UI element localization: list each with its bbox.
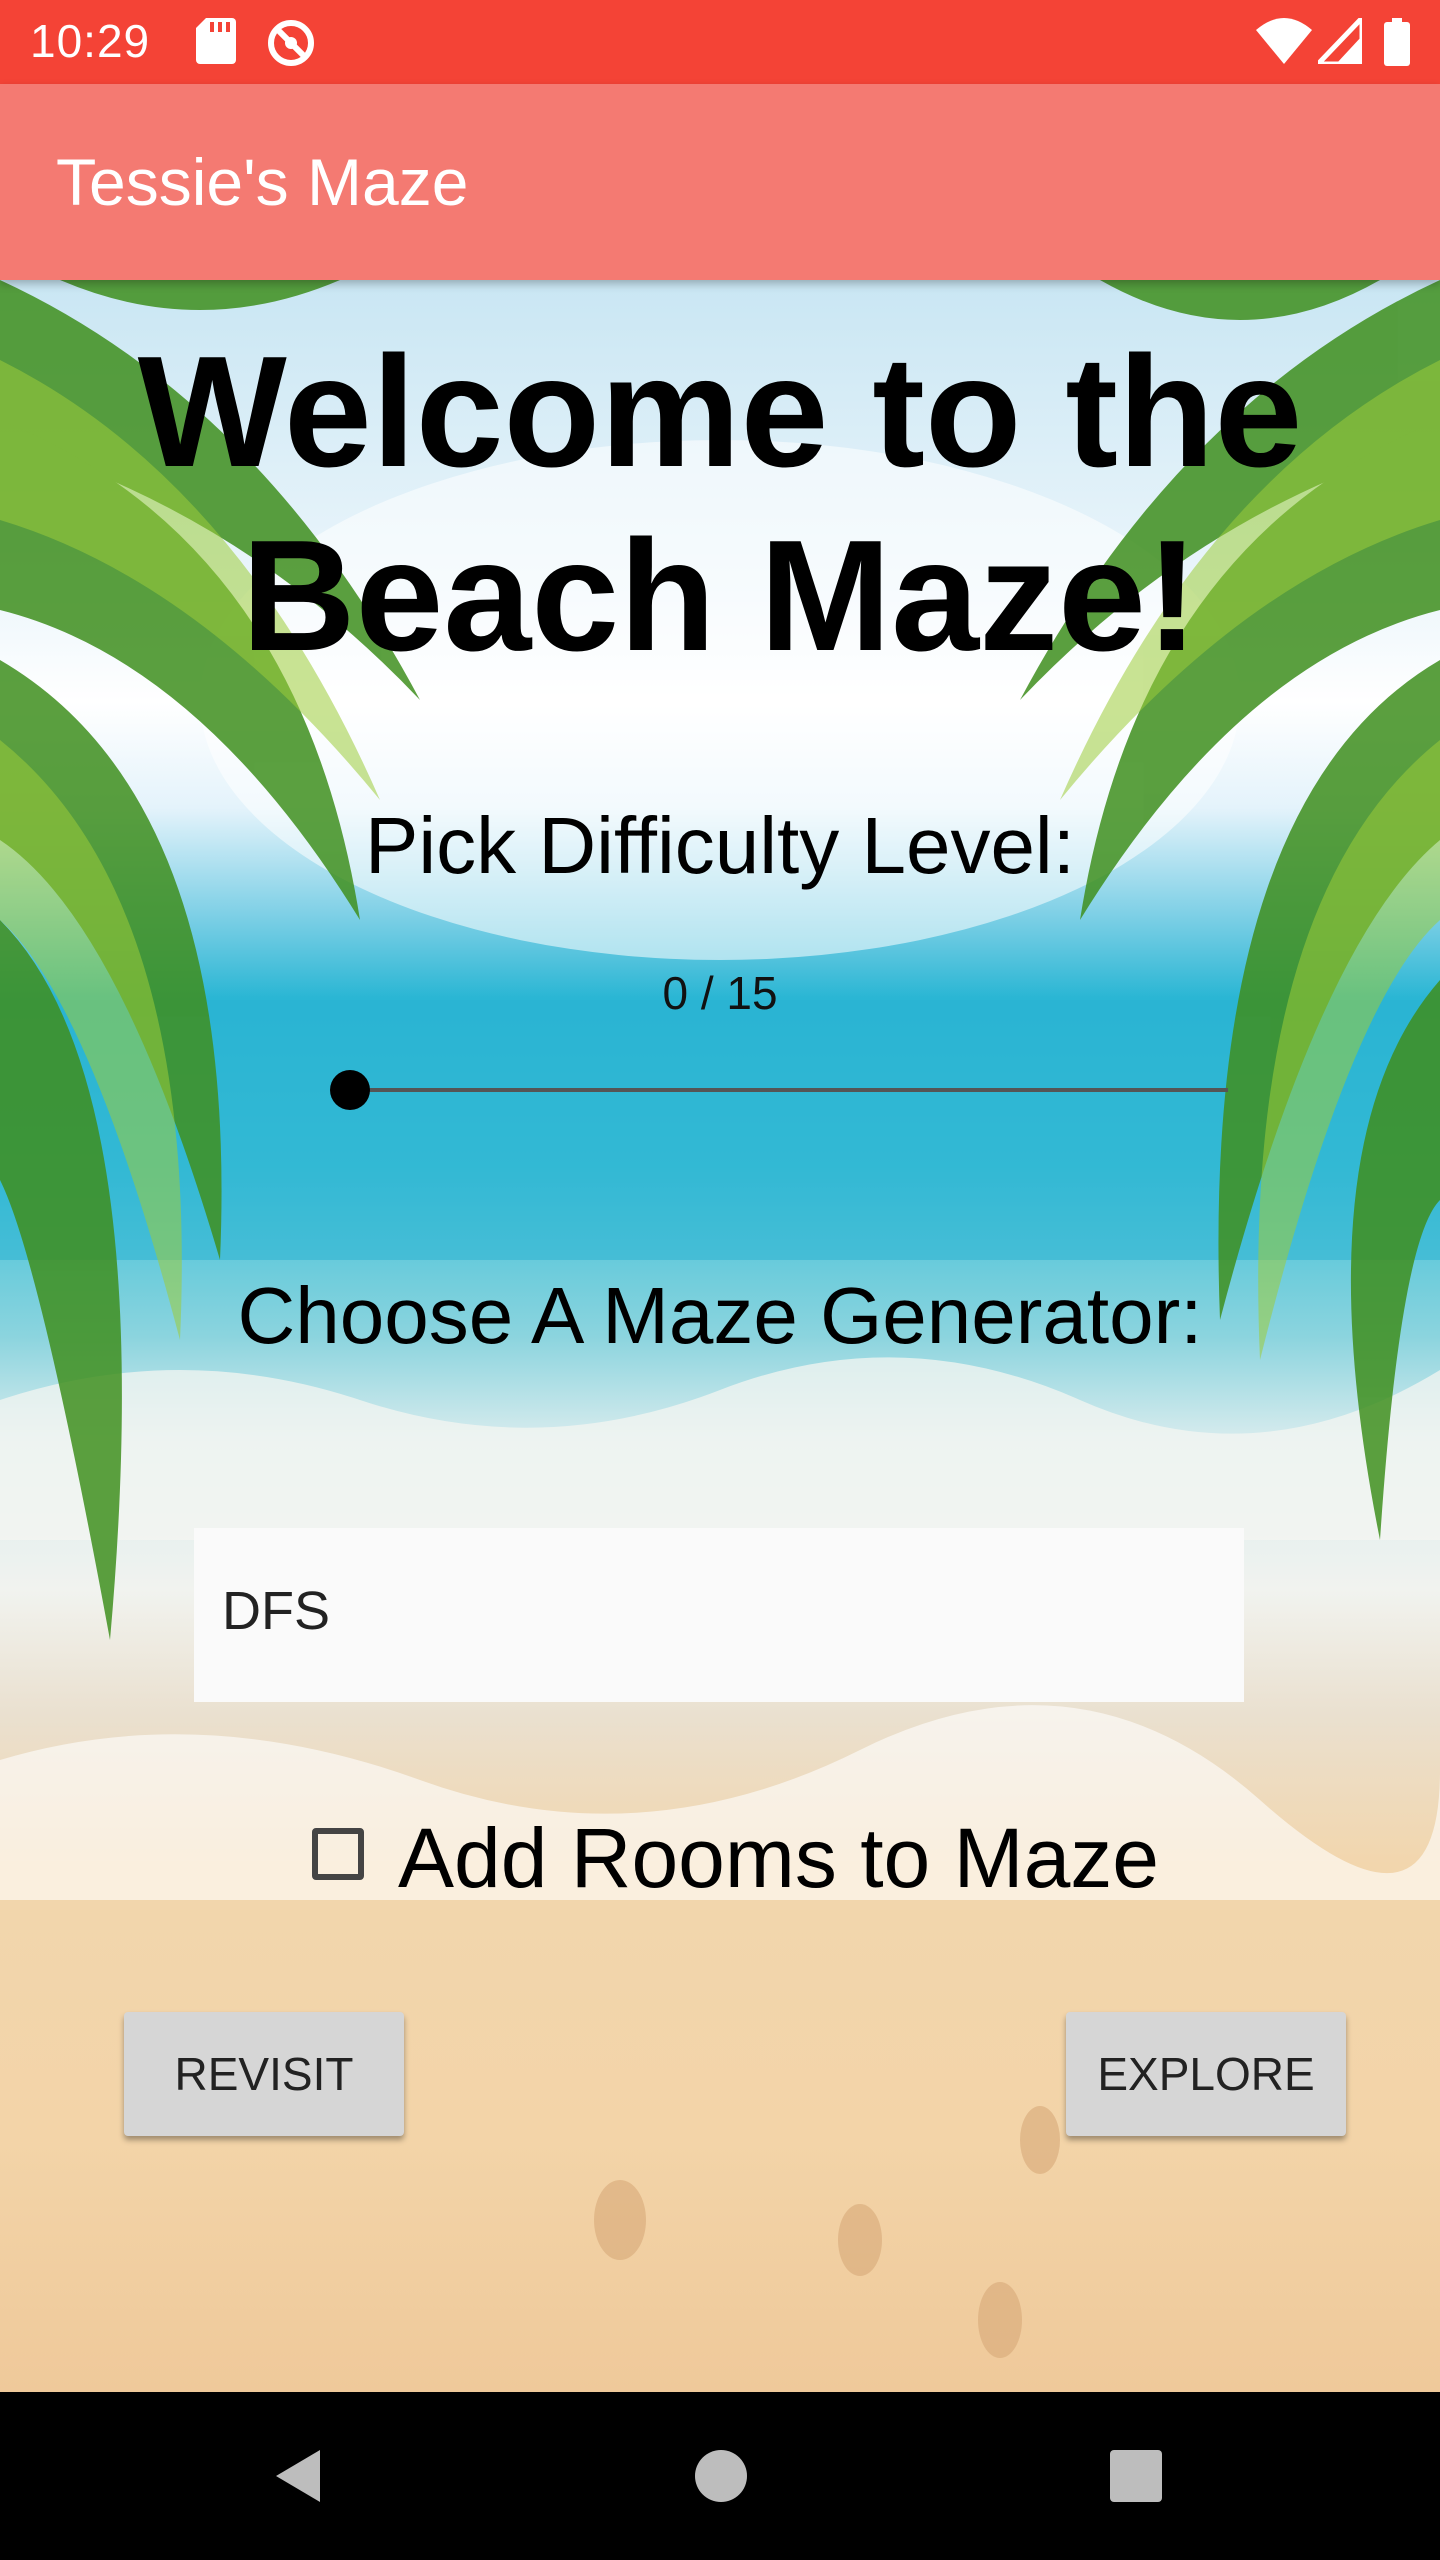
add-rooms-checkbox[interactable]	[312, 1828, 364, 1880]
welcome-heading-line2: Beach Maze!	[241, 508, 1199, 684]
main-content: Welcome to the Beach Maze! Pick Difficul…	[0, 280, 1440, 2392]
navigation-bar	[0, 2392, 1440, 2560]
wifi-icon	[1256, 18, 1312, 64]
add-rooms-label[interactable]: Add Rooms to Maze	[398, 1810, 1159, 1907]
welcome-heading-line1: Welcome to the	[137, 324, 1303, 500]
difficulty-slider[interactable]	[330, 1070, 1230, 1110]
app-bar: Tessie's Maze	[0, 84, 1440, 280]
generator-selected-value: DFS	[222, 1581, 330, 1641]
status-time: 10:29	[30, 15, 151, 67]
sd-card-icon	[196, 18, 236, 64]
welcome-heading: Welcome to the Beach Maze!	[0, 320, 1440, 688]
home-icon[interactable]	[694, 2446, 748, 2506]
sync-disabled-icon	[268, 20, 314, 66]
app-screen: 10:29 Tessie's Maze Welcome to the Beach…	[0, 0, 1440, 2560]
app-title: Tessie's Maze	[56, 145, 469, 219]
status-bar: 10:29	[0, 0, 1440, 84]
back-icon[interactable]	[270, 2446, 330, 2506]
slider-thumb[interactable]	[330, 1070, 370, 1110]
slider-track[interactable]	[348, 1088, 1228, 1092]
difficulty-label: Pick Difficulty Level:	[365, 801, 1075, 890]
revisit-button[interactable]: REVISIT	[124, 2012, 404, 2136]
signal-icon	[1318, 18, 1362, 64]
add-rooms-row[interactable]: Add Rooms to Maze	[0, 1810, 1440, 1920]
battery-icon	[1384, 18, 1410, 66]
difficulty-value: 0 / 15	[662, 967, 778, 1019]
explore-button[interactable]: EXPLORE	[1066, 2012, 1346, 2136]
recents-icon[interactable]	[1108, 2446, 1164, 2506]
generator-dropdown[interactable]: DFS	[194, 1528, 1244, 1702]
generator-label: Choose A Maze Generator:	[237, 1271, 1203, 1360]
